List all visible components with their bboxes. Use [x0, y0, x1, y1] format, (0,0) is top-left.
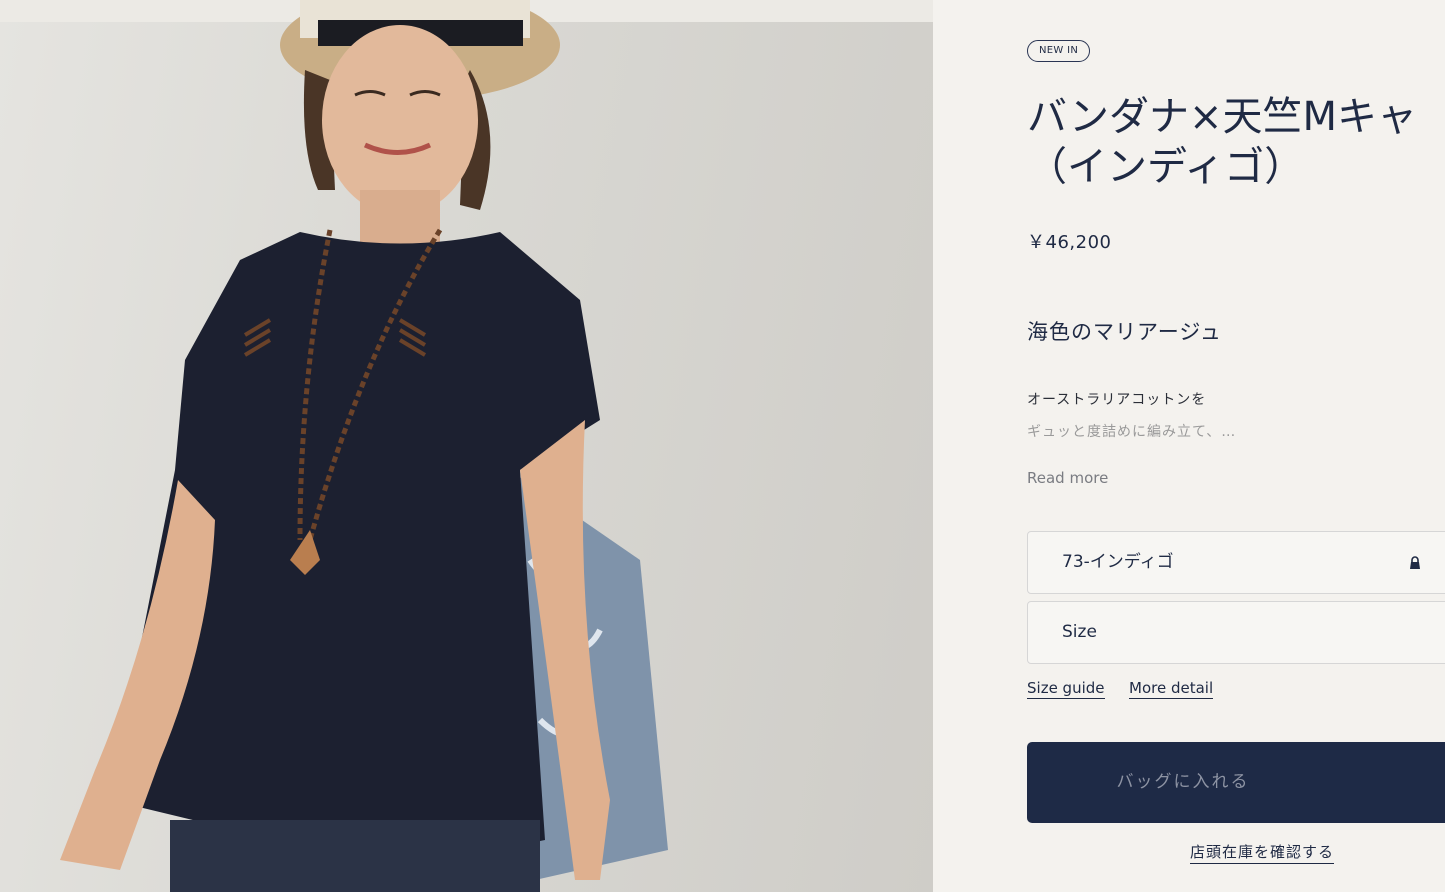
- face: [322, 25, 478, 215]
- read-more-link[interactable]: Read more: [1027, 469, 1108, 487]
- product-info-panel: NEW IN バンダナ×天竺Mキャ （インディゴ） ￥46,200 海色のマリア…: [933, 0, 1445, 892]
- color-select-value: 73-インディゴ: [1062, 552, 1174, 572]
- product-title: バンダナ×天竺Mキャ （インディゴ）: [1027, 92, 1445, 192]
- model-illustration: [60, 0, 668, 892]
- neck: [360, 190, 440, 245]
- jeans: [170, 820, 540, 892]
- size-guide-link[interactable]: Size guide: [1027, 679, 1105, 699]
- color-select[interactable]: 73-インディゴ: [1027, 531, 1445, 594]
- description-line-1: オーストラリアコットンを: [1027, 392, 1207, 408]
- product-image[interactable]: [0, 0, 933, 892]
- size-select[interactable]: Size: [1027, 601, 1445, 664]
- add-to-bag-button[interactable]: バッグに入れる: [1027, 742, 1445, 823]
- product-title-line-2: （インディゴ）: [1027, 144, 1305, 190]
- lock-icon: [1410, 556, 1420, 569]
- more-detail-link[interactable]: More detail: [1129, 679, 1214, 699]
- description-line-2: ギュッと度詰めに編み立て、…: [1027, 424, 1237, 440]
- new-in-badge: NEW IN: [1027, 40, 1091, 62]
- add-to-bag-label: バッグに入れる: [1116, 772, 1250, 792]
- product-price: ￥46,200: [1027, 232, 1112, 253]
- product-title-line-1: バンダナ×天竺Mキャ: [1027, 94, 1418, 140]
- check-store-stock-link[interactable]: 店頭在庫を確認する: [1190, 841, 1335, 864]
- size-select-placeholder: Size: [1062, 622, 1097, 642]
- product-tagline: 海色のマリアージュ: [1027, 320, 1222, 344]
